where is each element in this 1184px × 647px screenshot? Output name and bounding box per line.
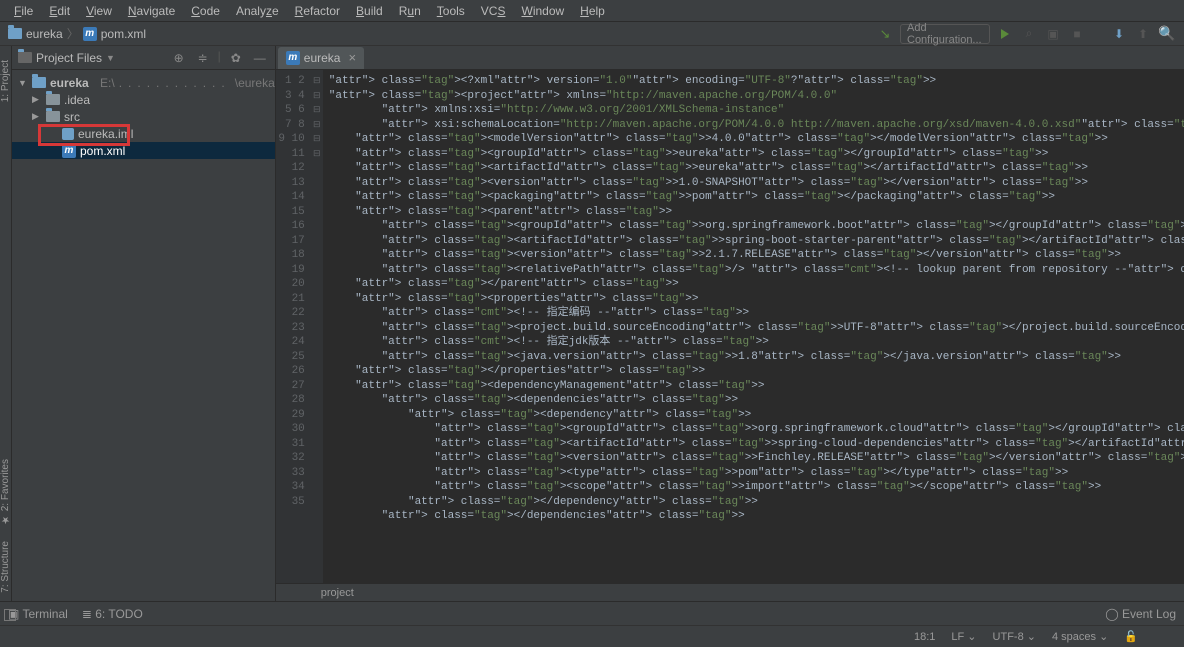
tree-pom[interactable]: mpom.xml xyxy=(12,142,275,159)
breadcrumb-file[interactable]: pom.xml xyxy=(101,27,146,41)
status-line-ending[interactable]: LF ⌄ xyxy=(951,630,976,643)
tool-terminal[interactable]: ▣ Terminal xyxy=(8,607,68,621)
editor-tab[interactable]: meureka× xyxy=(278,47,364,69)
code-editor[interactable]: "attr"> class="tag"><?xml"attr"> version… xyxy=(323,70,1184,583)
navigation-bar: eureka 〉 m pom.xml ↘ Add Configuration..… xyxy=(0,22,1184,46)
left-tool-strip: 1: Project ★ 2: Favorites 7: Structure xyxy=(0,46,12,601)
menu-window[interactable]: Window xyxy=(513,4,572,18)
vcs-icon2[interactable]: ⬆ xyxy=(1134,25,1152,43)
status-indent[interactable]: 4 spaces ⌄ xyxy=(1052,630,1108,643)
vcs-icon[interactable]: ⬇ xyxy=(1110,25,1128,43)
menu-run[interactable]: Run xyxy=(391,4,429,18)
menu-build[interactable]: Build xyxy=(348,4,391,18)
project-view-mode[interactable]: Project Files xyxy=(36,51,102,65)
menu-help[interactable]: Help xyxy=(572,4,613,18)
hide-icon[interactable]: — xyxy=(251,49,269,67)
menu-edit[interactable]: Edit xyxy=(41,4,78,18)
menu-analyze[interactable]: Analyze xyxy=(228,4,287,18)
tool-project[interactable]: 1: Project xyxy=(0,60,11,102)
menu-bar: File Edit View Navigate Code Analyze Ref… xyxy=(0,0,1184,22)
status-pos[interactable]: 18:1 xyxy=(914,631,935,643)
gear-icon[interactable]: ✿ xyxy=(227,49,245,67)
debug-icon[interactable]: ⌕ xyxy=(1020,25,1038,43)
collapse-icon[interactable]: ≑ xyxy=(194,49,212,67)
build-icon[interactable]: ↘ xyxy=(876,25,894,43)
project-panel: Project Files ▼ ⊕ ≑ | ✿ — ▼ eureka E:\..… xyxy=(12,46,276,601)
tree-src[interactable]: ▶src xyxy=(12,108,275,125)
tree-idea[interactable]: ▶.idea xyxy=(12,91,275,108)
tool-window-toggle-icon[interactable] xyxy=(4,609,16,621)
editor-breadcrumb[interactable]: project xyxy=(276,583,1184,601)
project-tree[interactable]: ▼ eureka E:\............\eureka ▶.idea ▶… xyxy=(12,70,275,601)
fold-gutter[interactable]: ⊟ ⊟ ⊟ ⊟ ⊟ ⊟ xyxy=(311,70,323,583)
tree-iml[interactable]: eureka.iml xyxy=(12,125,275,142)
run-icon[interactable] xyxy=(996,25,1014,43)
bottom-tool-strip: ▣ Terminal ≣ 6: TODO ◯ Event Log xyxy=(0,601,1184,625)
maven-icon: m xyxy=(83,27,97,41)
menu-refactor[interactable]: Refactor xyxy=(287,4,348,18)
status-readonly-icon[interactable]: 🔓 xyxy=(1124,630,1138,643)
coverage-icon[interactable]: ▣ xyxy=(1044,25,1062,43)
locate-icon[interactable]: ⊕ xyxy=(170,49,188,67)
menu-file[interactable]: File xyxy=(6,4,41,18)
folder-icon xyxy=(18,52,32,63)
run-config-selector[interactable]: Add Configuration... xyxy=(900,24,990,44)
tool-event-log[interactable]: ◯ Event Log xyxy=(1105,607,1176,621)
tool-favorites[interactable]: ★ 2: Favorites xyxy=(0,459,11,525)
status-bar: 18:1 LF ⌄ UTF-8 ⌄ 4 spaces ⌄ 🔓 xyxy=(0,625,1184,647)
menu-vcs[interactable]: VCS xyxy=(473,4,514,18)
menu-code[interactable]: Code xyxy=(183,4,228,18)
search-icon[interactable]: 🔍 xyxy=(1158,25,1176,43)
breadcrumb-project[interactable]: eureka xyxy=(26,27,63,41)
tool-todo[interactable]: ≣ 6: TODO xyxy=(82,607,143,621)
folder-icon xyxy=(8,28,22,39)
status-encoding[interactable]: UTF-8 ⌄ xyxy=(993,630,1036,643)
close-icon[interactable]: × xyxy=(348,50,356,65)
menu-navigate[interactable]: Navigate xyxy=(120,4,183,18)
tool-structure[interactable]: 7: Structure xyxy=(0,541,11,593)
line-gutter[interactable]: 1 2 3 4 5 6 7 8 9 10 11 12 13 14 15 16 1… xyxy=(276,70,311,583)
menu-tools[interactable]: Tools xyxy=(429,4,473,18)
stop-icon[interactable]: ■ xyxy=(1068,25,1086,43)
editor-area: meureka× 1 2 3 4 5 6 7 8 9 10 11 12 13 1… xyxy=(276,46,1184,601)
editor-tabs: meureka× xyxy=(276,46,1184,70)
tree-root[interactable]: ▼ eureka E:\............\eureka xyxy=(12,74,275,91)
menu-view[interactable]: View xyxy=(78,4,120,18)
